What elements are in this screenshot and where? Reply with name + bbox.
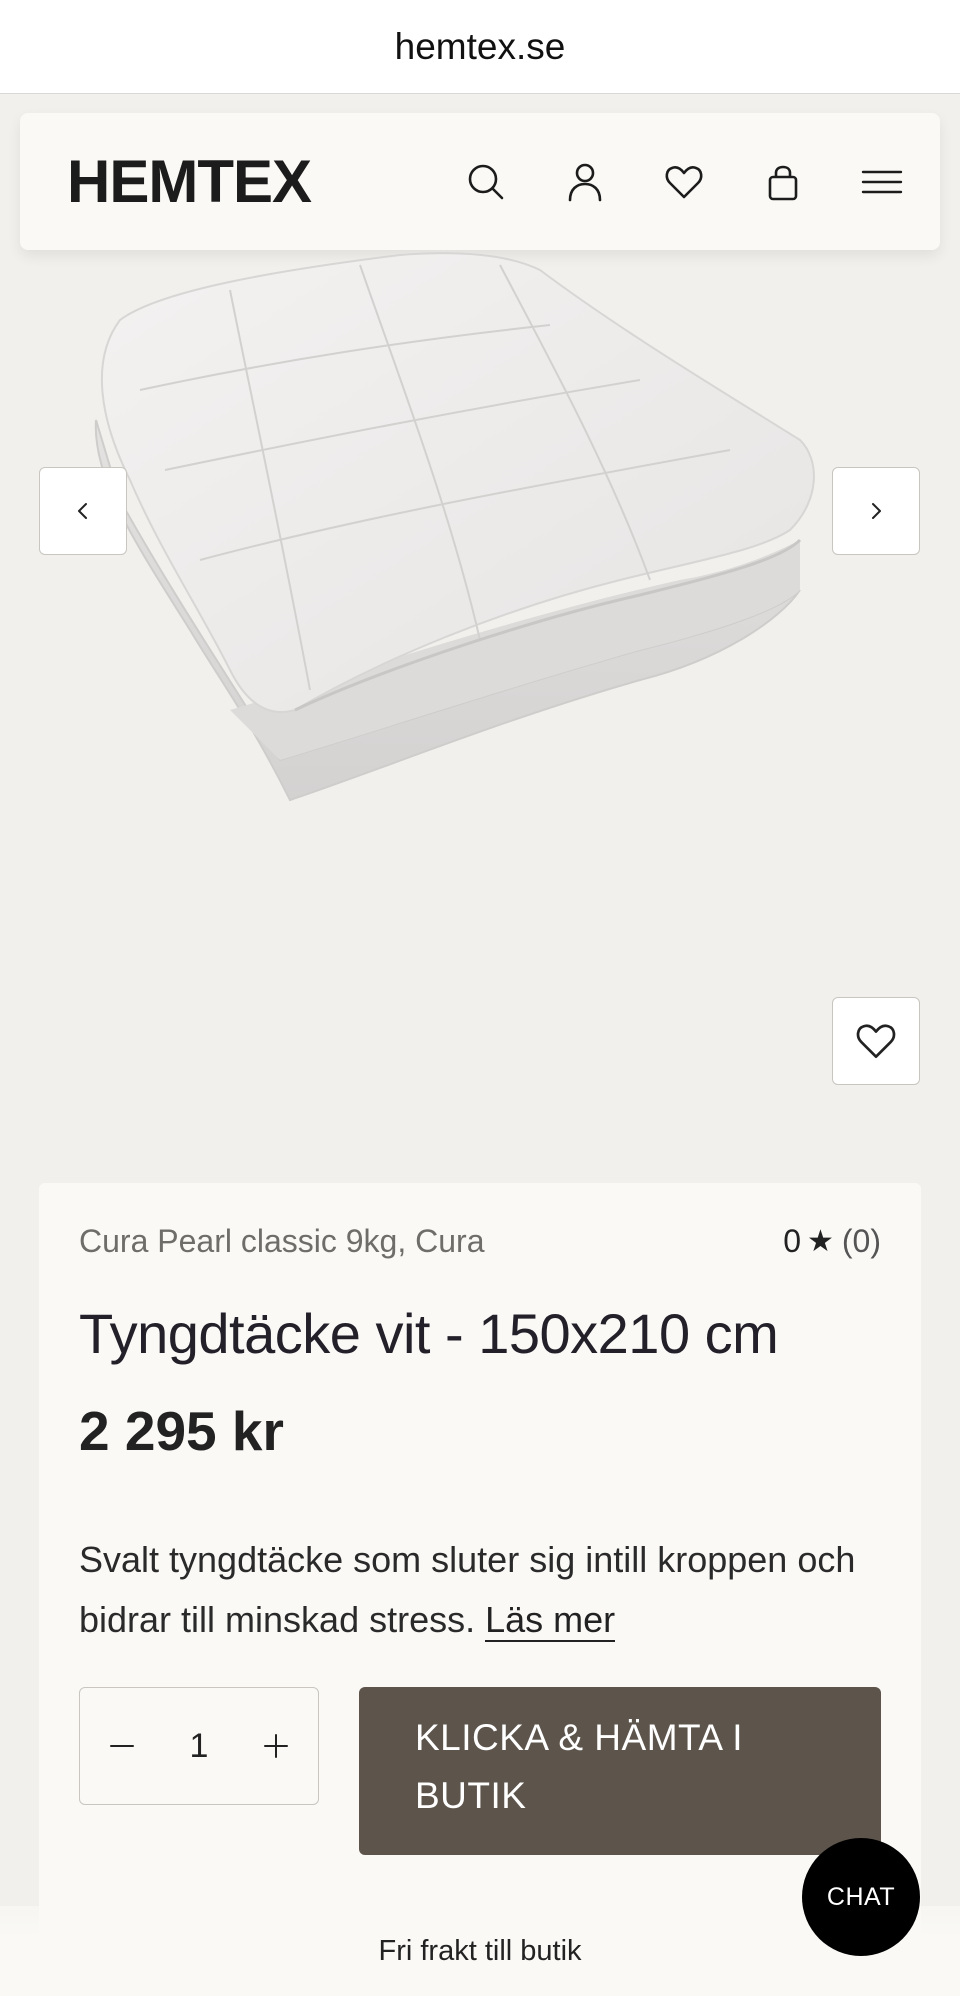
- quantity-value[interactable]: 1: [190, 1727, 209, 1766]
- gallery-next-button[interactable]: [832, 467, 920, 555]
- product-description-text: Svalt tyngdtäcke som sluter sig intill k…: [79, 1539, 856, 1640]
- product-image-weighted-blanket[interactable]: [80, 250, 880, 830]
- product-meta-row: Cura Pearl classic 9kg, Cura 0 ★ (0): [79, 1223, 881, 1260]
- read-more-link[interactable]: Läs mer: [485, 1599, 616, 1642]
- browser-url-bar[interactable]: hemtex.se: [0, 0, 960, 94]
- product-brand-line[interactable]: Cura Pearl classic 9kg, Cura: [79, 1223, 484, 1260]
- chevron-left-icon: [78, 503, 87, 519]
- shipping-text: Fri frakt till butik: [378, 1934, 582, 1967]
- product-description: Svalt tyngdtäcke som sluter sig intill k…: [79, 1530, 889, 1650]
- product-info-card: Cura Pearl classic 9kg, Cura 0 ★ (0) Tyn…: [39, 1183, 921, 1996]
- header-icons: [417, 113, 912, 250]
- product-title: Tyngdtäcke vit - 150x210 cm: [79, 1302, 779, 1365]
- star-icon: ★: [806, 1225, 834, 1258]
- quantity-stepper: 1: [79, 1687, 319, 1805]
- product-price: 2 295 kr: [79, 1400, 284, 1462]
- click-and-collect-button[interactable]: KLICKA & HÄMTA I BUTIK: [359, 1687, 881, 1855]
- rating-value: 0: [783, 1223, 801, 1259]
- minus-icon: [110, 1745, 134, 1747]
- account-icon[interactable]: [555, 152, 615, 212]
- search-icon[interactable]: [456, 152, 516, 212]
- rating-count: (0): [841, 1223, 881, 1259]
- chat-button[interactable]: CHAT: [802, 1838, 920, 1956]
- quantity-decrease-button[interactable]: [106, 1730, 138, 1762]
- chevron-right-icon: [872, 503, 881, 519]
- product-rating[interactable]: 0 ★ (0): [783, 1223, 881, 1260]
- quantity-increase-button[interactable]: [260, 1730, 292, 1762]
- heart-icon: [856, 1024, 896, 1059]
- site-header: HEMTEX: [20, 113, 940, 250]
- hemtex-logo[interactable]: HEMTEX: [67, 147, 312, 216]
- browser-url-text: hemtex.se: [394, 25, 566, 67]
- plus-icon: [263, 1734, 288, 1758]
- bag-icon[interactable]: [753, 152, 813, 212]
- gallery-prev-button[interactable]: [39, 467, 127, 555]
- menu-icon[interactable]: [852, 152, 912, 212]
- add-to-wishlist-button[interactable]: [832, 997, 920, 1085]
- heart-icon[interactable]: [654, 152, 714, 212]
- product-gallery: [0, 250, 960, 1150]
- chat-label: CHAT: [826, 1882, 896, 1911]
